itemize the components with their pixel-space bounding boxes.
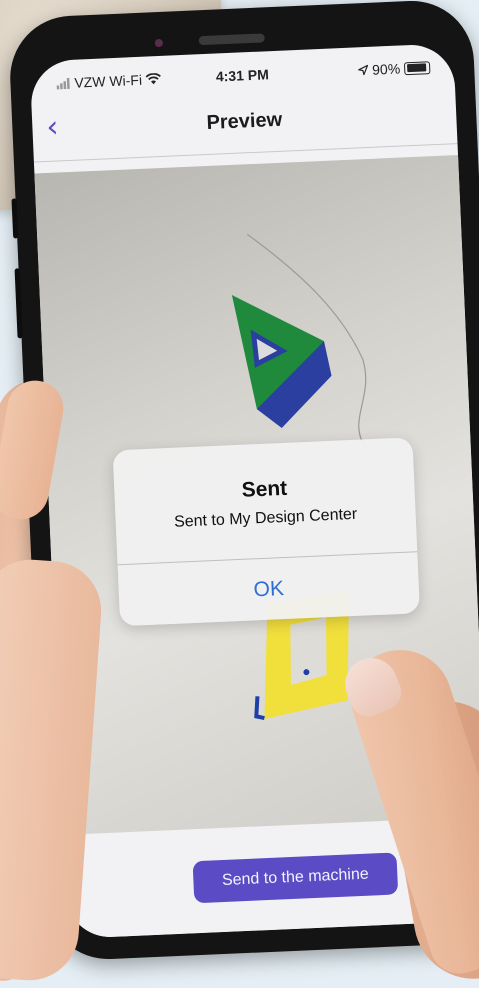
battery-status: 90% <box>357 59 431 78</box>
alert-message: Sent to My Design Center <box>173 505 358 531</box>
alert-title: Sent <box>241 476 288 502</box>
earpiece-speaker <box>198 33 265 46</box>
ok-button[interactable]: OK <box>118 552 420 626</box>
navigation-bar: ‹ Preview <box>31 83 458 163</box>
location-arrow-icon <box>357 64 369 76</box>
battery-percent: 90% <box>371 60 401 78</box>
sent-alert-dialog: Sent Sent to My Design Center OK <box>112 437 420 627</box>
volume-up-button <box>14 268 23 339</box>
front-camera <box>154 38 164 48</box>
battery-icon <box>403 60 431 75</box>
mute-switch <box>11 198 19 239</box>
send-to-machine-button[interactable]: Send to the machine <box>192 852 399 904</box>
page-title: Preview <box>206 108 283 134</box>
